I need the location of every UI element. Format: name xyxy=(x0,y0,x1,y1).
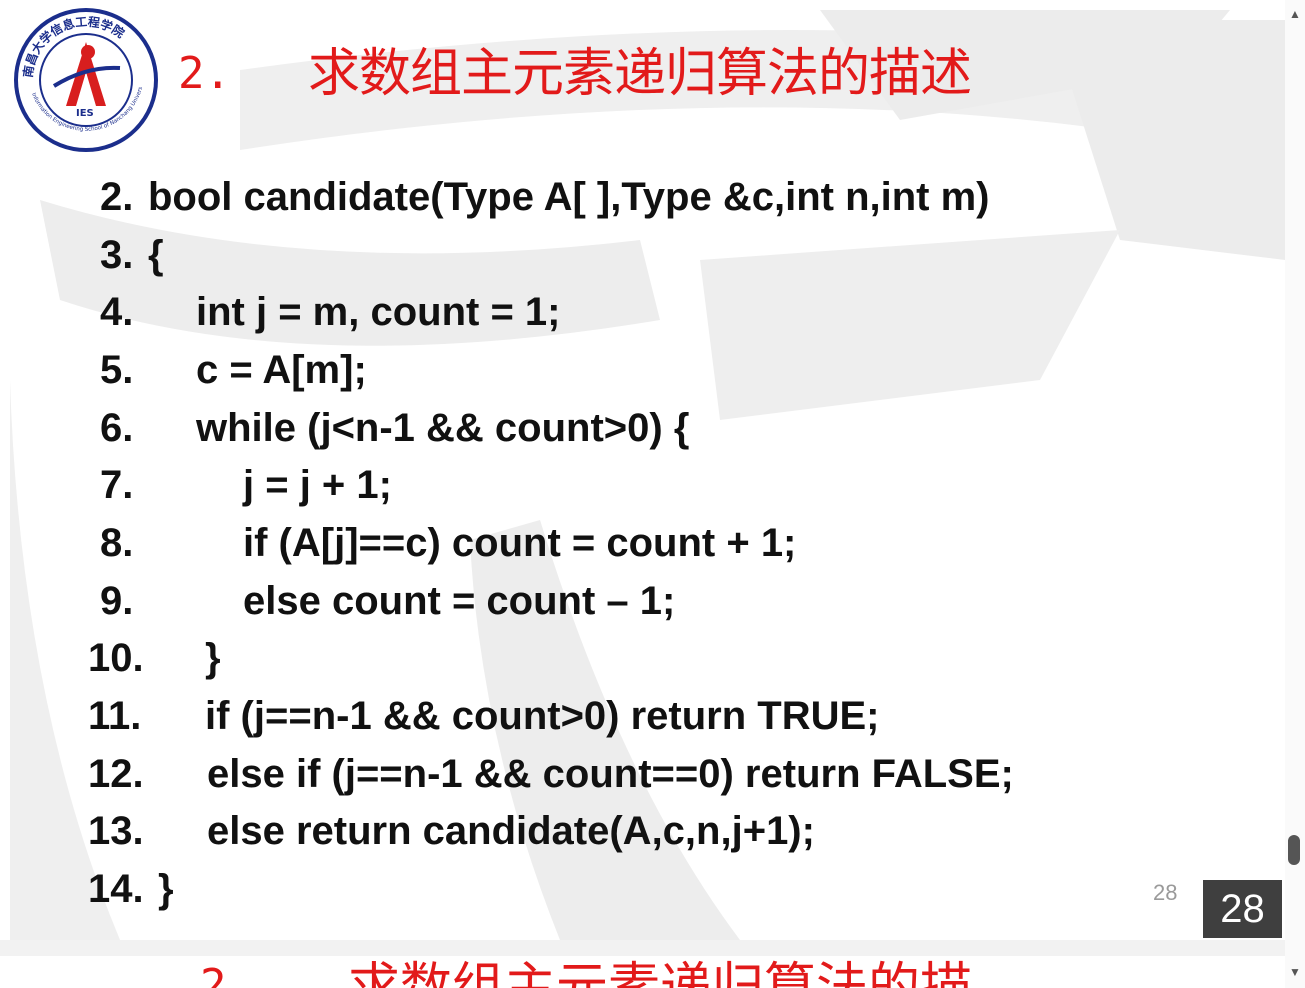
line-number: 11. xyxy=(88,694,142,738)
chevron-up-icon[interactable]: ▲ xyxy=(1287,6,1303,22)
slide: 南昌大学信息工程学院 Information Engineering Schoo… xyxy=(0,0,1285,940)
code-text: bool candidate(Type A[ ],Type &c,int n,i… xyxy=(148,175,990,219)
line-number: 9. xyxy=(100,579,134,623)
code-line: 14. } xyxy=(0,864,174,914)
school-logo: 南昌大学信息工程学院 Information Engineering Schoo… xyxy=(10,6,160,152)
code-line: 6. while (j<n-1 && count>0) { xyxy=(0,403,689,453)
line-number: 6. xyxy=(100,406,134,450)
slide-number: 28 xyxy=(1153,880,1178,905)
code-line: 3. { xyxy=(0,230,164,280)
code-text: } xyxy=(205,636,221,680)
scrollbar-thumb[interactable] xyxy=(1288,835,1300,865)
code-text: else if (j==n-1 && count==0) return FALS… xyxy=(207,752,1014,796)
vertical-scrollbar[interactable]: ▲ ▼ xyxy=(1285,0,1305,988)
line-number: 5. xyxy=(100,348,134,392)
code-text: int j = m, count = 1; xyxy=(196,290,561,334)
code-line: 13. else return candidate(A,c,n,j+1); xyxy=(0,806,815,856)
code-text: else count = count – 1; xyxy=(243,579,676,623)
code-text: while (j<n-1 && count>0) { xyxy=(196,406,690,450)
line-number: 2. xyxy=(100,175,134,219)
code-line: 12. else if (j==n-1 && count==0) return … xyxy=(0,749,1014,799)
code-line: 5. c = A[m]; xyxy=(0,345,367,395)
code-line: 4. int j = m, count = 1; xyxy=(0,287,561,337)
code-line: 10. } xyxy=(0,633,221,683)
airplane-watermark xyxy=(10,10,1285,940)
line-number: 4. xyxy=(100,290,134,334)
code-line: 2. bool candidate(Type A[ ],Type &c,int … xyxy=(0,172,989,222)
slide-title: 求数组主元素递归算法的描述 xyxy=(308,44,972,104)
code-text: if (A[j]==c) count = count + 1; xyxy=(243,521,797,565)
code-line: 7. j = j + 1; xyxy=(0,460,392,510)
logo-center-text: IES xyxy=(76,108,94,119)
line-number: 10. xyxy=(88,636,144,680)
next-slide-preview[interactable]: 2. 求数组主元素递归算法的描 xyxy=(0,956,1285,988)
code-text: if (j==n-1 && count>0) return TRUE; xyxy=(205,694,880,738)
code-text: { xyxy=(148,233,164,277)
code-text: else return candidate(A,c,n,j+1); xyxy=(207,809,815,853)
page-number-badge: 28 xyxy=(1203,880,1282,938)
line-number: 13. xyxy=(88,809,144,853)
line-number: 8. xyxy=(100,521,134,565)
next-slide-title-number: 2. xyxy=(200,960,253,988)
line-number: 14. xyxy=(88,867,144,911)
slide-title-number: 2. xyxy=(178,48,231,99)
line-number: 7. xyxy=(100,463,134,507)
code-text: j = j + 1; xyxy=(243,463,392,507)
line-number: 3. xyxy=(100,233,134,277)
code-line: 11. if (j==n-1 && count>0) return TRUE; xyxy=(0,691,880,741)
chevron-down-icon[interactable]: ▼ xyxy=(1287,964,1303,980)
code-line: 9. else count = count – 1; xyxy=(0,576,675,626)
code-text: c = A[m]; xyxy=(196,348,367,392)
code-text: } xyxy=(158,867,174,911)
code-line: 8. if (A[j]==c) count = count + 1; xyxy=(0,518,796,568)
line-number: 12. xyxy=(88,752,144,796)
next-slide-title: 求数组主元素递归算法的描 xyxy=(348,958,973,988)
